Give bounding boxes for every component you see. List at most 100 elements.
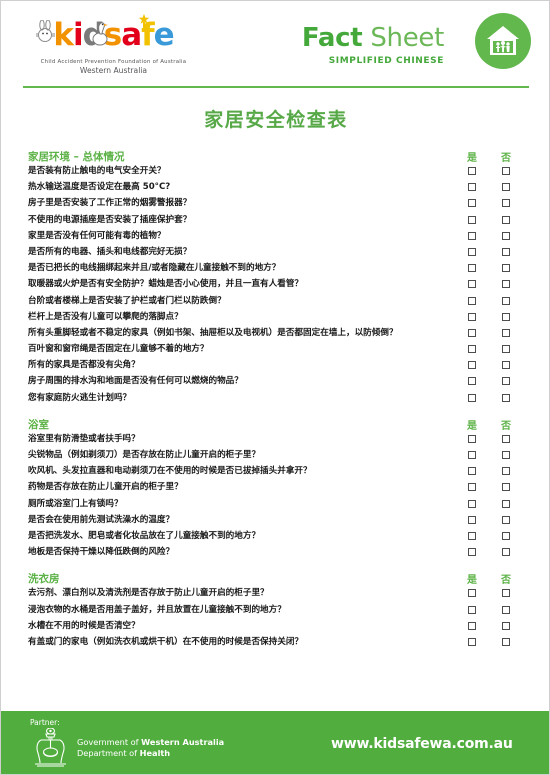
checklist-question: 地板是否保持干燥以降低跌倒的风险？: [28, 547, 175, 558]
checkbox-no[interactable]: [502, 377, 510, 386]
checkbox-no[interactable]: [502, 296, 510, 305]
checkbox-yes[interactable]: [468, 531, 476, 540]
checkbox-yes[interactable]: [468, 605, 476, 614]
checklist-section: 浴室 是 否浴室里有防滑垫或者扶手吗？ 尖锐物品（例如剃须刀）是否存放在防止儿童开启的…: [1, 417, 549, 562]
checkbox-no[interactable]: [502, 247, 510, 256]
checkbox-no[interactable]: [502, 264, 510, 273]
health-label: Health: [139, 747, 171, 758]
checkbox-no[interactable]: [502, 483, 510, 492]
checkbox-no[interactable]: [502, 328, 510, 337]
website-url[interactable]: www.kidsafewa.com.au: [331, 736, 513, 752]
government-line: Government of Western Australia: [77, 737, 224, 748]
checklist-question: 尖锐物品（例如剃须刀）是否存放在防止儿童开启的柜子里？: [28, 450, 261, 460]
checkbox-yes[interactable]: [468, 621, 476, 630]
checklist-question: 是否已把长的电线捆绑起来并且/或者隐藏在儿童接触不到的地方？: [28, 263, 281, 274]
checkbox-yes[interactable]: [468, 393, 476, 402]
checklist-question: 吹风机、头发拉直器和电动剃须刀在不使用的时候是否已拔掉插头并拿开？: [28, 466, 312, 477]
checklist-row: 厕所或浴室门上有锁吗？: [1, 497, 549, 513]
checkbox-yes[interactable]: [468, 264, 476, 273]
checkbox-yes[interactable]: [468, 199, 476, 208]
logo-letter-e: e: [153, 17, 175, 53]
checklist-section: 洗衣房 是 否去污剂、漂白剂以及清洗剂是否存放于防止儿童开启的柜子里？ 浸泡衣物的水桶…: [1, 571, 549, 651]
checklist-row: 是否已把长的电线捆绑起来并且/或者隐藏在儿童接触不到的地方？: [1, 261, 549, 277]
checkbox-yes[interactable]: [468, 637, 476, 646]
checklist-row: 药物是否存放在防止儿童开启的柜子里？: [1, 480, 549, 496]
checklist-row: 取暖器或火炉是否有安全防护？蜡烛是否小心使用，并且一直有人看管？: [1, 277, 549, 293]
checkbox-yes[interactable]: [468, 451, 476, 459]
checkbox-no[interactable]: [502, 231, 510, 240]
page-title: 家居安全检查表: [204, 109, 348, 131]
checkbox-yes[interactable]: [468, 345, 476, 354]
checkbox-yes[interactable]: [468, 280, 476, 289]
checkbox-yes[interactable]: [468, 328, 476, 337]
checkbox-yes[interactable]: [468, 215, 476, 224]
checklist-row: 房子里是否安装了工作正常的烟雾警报器？: [1, 196, 549, 212]
checkbox-yes[interactable]: [468, 312, 476, 321]
checkbox-no[interactable]: [502, 637, 510, 646]
checkbox-no[interactable]: [502, 199, 510, 208]
checkbox-no[interactable]: [502, 167, 510, 175]
checklist-question: 厕所或浴室门上有锁吗？: [28, 498, 123, 509]
column-header-no: 否: [501, 153, 511, 164]
government-of-label: Government of: [77, 737, 142, 747]
checklist-row: 热水输送温度是否设定在最高 50°C?: [1, 180, 549, 196]
checkbox-no[interactable]: [502, 467, 510, 476]
checklist-question: 是否所有的电器、插头和电线都完好无损？: [28, 246, 192, 257]
checkbox-no[interactable]: [502, 361, 510, 370]
checklist-row: 是否装有防止触电的电气安全开关？: [1, 164, 549, 180]
checklist-row: 所有的家具是否都没有尖角？: [1, 358, 549, 374]
column-header-yes: 是: [467, 420, 477, 432]
checkbox-yes[interactable]: [468, 361, 476, 370]
fact-sheet-page: kidsafe Child Accident Prevention Founda…: [0, 0, 550, 775]
checkbox-no[interactable]: [502, 515, 510, 524]
checklist-row: 所有头重脚轻或者不稳定的家具（例如书架、抽屉柜以及电视机）是否都固定在墙上，以防…: [1, 326, 549, 342]
house-family-icon: [475, 13, 531, 69]
column-header-yes: 是: [467, 153, 477, 164]
checkbox-yes[interactable]: [468, 589, 476, 598]
checkbox-no[interactable]: [502, 312, 510, 321]
checkbox-no[interactable]: [502, 393, 510, 402]
checkbox-yes[interactable]: [468, 296, 476, 305]
checkbox-yes[interactable]: [468, 499, 476, 508]
checkbox-no[interactable]: [502, 280, 510, 289]
checklist-row: 吹风机、头发拉直器和电动剃须刀在不使用的时候是否已拔掉插头并拿开？: [1, 464, 549, 480]
checkbox-no[interactable]: [502, 499, 510, 508]
checkbox-no[interactable]: [502, 548, 510, 557]
checklist-row: 有盖或门的家电（例如洗衣机或烘干机）在不使用的时候是否保持关闭？: [1, 635, 549, 651]
checklist-row: 您有家庭防火逃生计划吗？: [1, 391, 549, 407]
checkbox-yes[interactable]: [468, 515, 476, 524]
bunny-icon: [36, 20, 55, 42]
section-header: 家居环境 – 总体情况 是 否: [1, 149, 549, 164]
checkbox-no[interactable]: [502, 434, 510, 443]
checkbox-no[interactable]: [502, 451, 510, 459]
checkbox-yes[interactable]: [468, 467, 476, 476]
checkbox-no[interactable]: [502, 183, 510, 192]
checkbox-yes[interactable]: [468, 167, 476, 175]
column-header-yes: 是: [467, 575, 477, 587]
checkbox-yes[interactable]: [468, 247, 476, 256]
checklist-question: 水槽在不用的时候是否清空？: [28, 620, 140, 631]
checkbox-no[interactable]: [502, 345, 510, 354]
checkbox-no[interactable]: [502, 531, 510, 540]
checkbox-yes[interactable]: [468, 377, 476, 386]
checkbox-yes[interactable]: [468, 483, 476, 492]
checklist-row: 地板是否保持干燥以降低跌倒的风险？: [1, 545, 549, 561]
checkbox-yes[interactable]: [468, 231, 476, 240]
section-header: 洗衣房 是 否: [1, 571, 549, 587]
fact-sheet-title: Fact Sheet: [302, 23, 444, 53]
column-header-no: 否: [501, 575, 511, 587]
checkbox-yes[interactable]: [468, 548, 476, 557]
logo-letter-i: i: [72, 17, 84, 53]
checklist-row: 家里是否没有任何可能有毒的植物？: [1, 229, 549, 245]
checkbox-yes[interactable]: [468, 183, 476, 192]
checkbox-no[interactable]: [502, 589, 510, 598]
checkbox-yes[interactable]: [468, 434, 476, 443]
checkbox-no[interactable]: [502, 605, 510, 614]
checklist-row: 栏杆上是否没有儿童可以攀爬的落脚点？: [1, 310, 549, 326]
checklist-row: 水槽在不用的时候是否清空？: [1, 619, 549, 635]
checkbox-no[interactable]: [502, 621, 510, 630]
checklist-question: 浸泡衣物的水桶是否用盖子盖好，并且放置在儿童接触不到的地方？: [28, 604, 286, 615]
logo-letter-k: k: [53, 17, 74, 53]
checkbox-no[interactable]: [502, 215, 510, 224]
checklist-question: 您有家庭防火逃生计划吗？: [28, 392, 132, 403]
